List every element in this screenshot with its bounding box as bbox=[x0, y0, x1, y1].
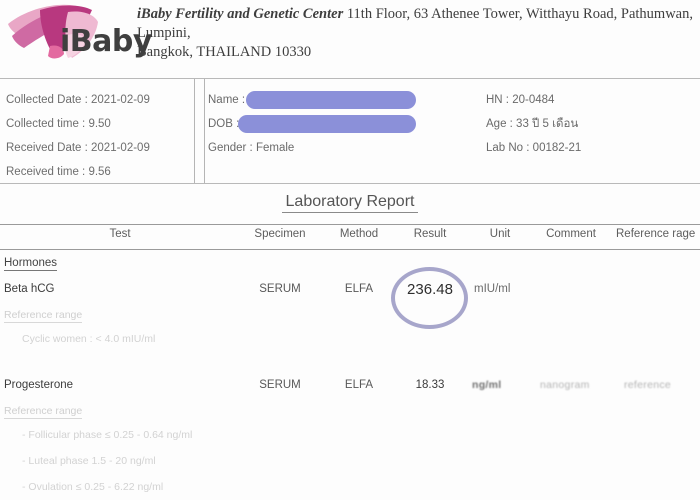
smudged-reference-text: reference bbox=[624, 379, 672, 391]
report-header: iBaby iBaby Fertility and Genetic Center… bbox=[0, 0, 700, 78]
lab-report-page: iBaby iBaby Fertility and Genetic Center… bbox=[0, 0, 700, 500]
reference-range-label-text: Reference range bbox=[4, 405, 83, 419]
smudged-comment-text: nanogram bbox=[540, 379, 590, 391]
patient-gender: Gender : Female bbox=[208, 142, 295, 154]
test-name-progesterone: Progesterone bbox=[4, 379, 74, 391]
table-top-rule bbox=[0, 224, 700, 225]
clinic-address-line2: Bangkok, THAILAND 10330 bbox=[137, 44, 312, 60]
panel-divider-1 bbox=[194, 79, 195, 183]
table-header-rule bbox=[0, 249, 700, 250]
reference-line: - Luteal phase 1.5 - 20 ng/ml bbox=[22, 455, 156, 467]
test-name-beta-hcg: Beta hCG bbox=[4, 283, 55, 295]
test-result-value: 236.48 bbox=[407, 281, 453, 298]
received-time: Received time : 9.56 bbox=[6, 166, 111, 178]
patient-name-redaction bbox=[246, 91, 416, 109]
table-header-row: Test Specimen Method Result Unit Comment… bbox=[0, 228, 700, 248]
group-label-text: Hormones bbox=[4, 257, 58, 271]
table-row: Progesterone SERUM ELFA 18.33 ng/ml nano… bbox=[0, 379, 700, 397]
column-header-method: Method bbox=[339, 228, 379, 240]
reference-range-label-hcg: Reference range bbox=[4, 309, 83, 323]
reference-range-label-text: Reference range bbox=[4, 309, 83, 323]
patient-record-column: HN : 20-0484 Age : 33 ปี 5 เดือน Lab No … bbox=[486, 88, 696, 160]
patient-age: Age : 33 ปี 5 เดือน bbox=[486, 118, 579, 130]
group-label-hormones: Hormones bbox=[4, 257, 58, 271]
reference-line: - Ovulation ≤ 0.25 - 6.22 ng/ml bbox=[22, 481, 164, 493]
collection-info-column: Collected Date : 2021-02-09 Collected ti… bbox=[6, 88, 192, 184]
patient-identity-column: Name : DOB : Gender : Female bbox=[208, 88, 470, 160]
test-specimen: SERUM bbox=[259, 379, 301, 391]
table-row: Beta hCG SERUM ELFA 236.48 mIU/ml bbox=[0, 267, 700, 329]
received-date: Received Date : 2021-02-09 bbox=[6, 142, 150, 154]
reference-range-label-progesterone: Reference range bbox=[4, 405, 83, 419]
column-header-unit: Unit bbox=[489, 228, 511, 240]
column-header-reference: Reference rage bbox=[616, 228, 696, 240]
test-method: ELFA bbox=[344, 283, 374, 295]
panel-divider-2 bbox=[204, 79, 205, 183]
clinic-details: iBaby Fertility and Genetic Center 11th … bbox=[137, 5, 700, 62]
page-title-text: Laboratory Report bbox=[281, 193, 419, 213]
patient-dob-redaction bbox=[238, 115, 416, 133]
column-header-test: Test bbox=[109, 228, 131, 240]
reference-line: Cyclic women : < 4.0 mIU/ml bbox=[22, 333, 156, 345]
smudged-unit-text: ng/ml bbox=[472, 379, 502, 391]
patient-dob-label: DOB : bbox=[208, 118, 240, 130]
lab-number: Lab No : 00182-21 bbox=[486, 142, 582, 154]
page-title: Laboratory Report bbox=[0, 193, 700, 213]
hospital-number: HN : 20-0484 bbox=[486, 94, 555, 106]
column-header-specimen: Specimen bbox=[254, 228, 306, 240]
test-specimen: SERUM bbox=[259, 283, 301, 295]
test-result-value: 18.33 bbox=[415, 379, 445, 391]
panel-bottom-divider bbox=[0, 183, 700, 184]
test-method: ELFA bbox=[344, 379, 374, 391]
collected-time: Collected time : 9.50 bbox=[6, 118, 111, 130]
result-highlight-circle bbox=[391, 267, 468, 329]
patient-name-row: Name : bbox=[208, 88, 470, 112]
patient-info-panel: Collected Date : 2021-02-09 Collected ti… bbox=[0, 79, 700, 183]
patient-name-label: Name : bbox=[208, 94, 246, 106]
column-header-comment: Comment bbox=[546, 228, 596, 240]
test-unit: mIU/ml bbox=[474, 283, 511, 295]
collected-date: Collected Date : 2021-02-09 bbox=[6, 94, 150, 106]
ibaby-logo: iBaby bbox=[6, 2, 154, 62]
reference-line: - Follicular phase ≤ 0.25 - 0.64 ng/ml bbox=[22, 429, 193, 441]
clinic-name: iBaby Fertility and Genetic Center bbox=[137, 6, 344, 22]
patient-dob-row: DOB : bbox=[208, 112, 470, 136]
column-header-result: Result bbox=[413, 228, 447, 240]
